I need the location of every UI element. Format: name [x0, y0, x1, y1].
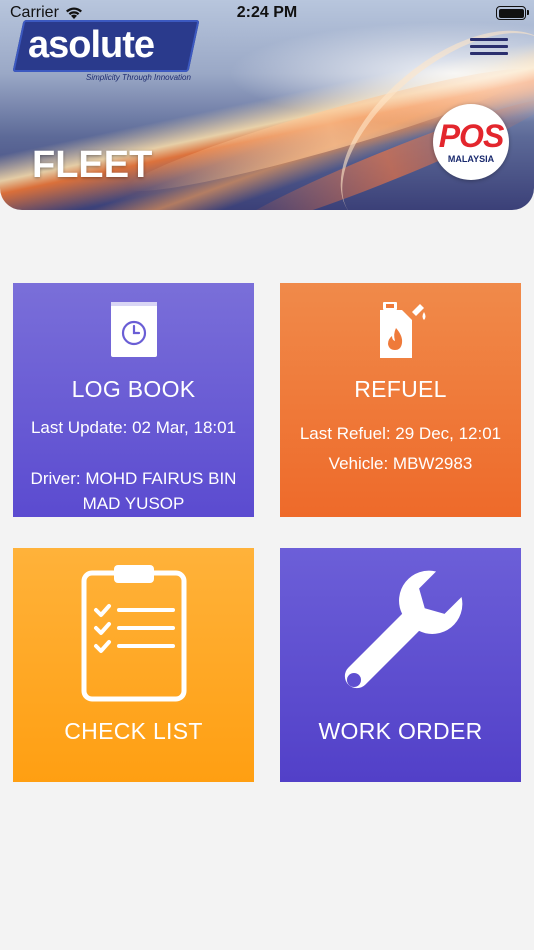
header-banner: asolute Simplicity Through Innovation FL…	[0, 0, 534, 210]
pos-logo-subtext: MALAYSIA	[447, 154, 495, 164]
banner-light-streak	[305, 0, 534, 210]
book-clock-icon	[111, 302, 157, 357]
refuel-vehicle: Vehicle: MBW2983	[328, 454, 473, 473]
refuel-tile[interactable]: REFUEL Last Refuel: 29 Dec, 12:01 Vehicl…	[280, 283, 521, 517]
logo-tagline: Simplicity Through Innovation	[86, 73, 191, 82]
log-book-driver: Driver: MOHD FAIRUS BIN MAD YUSOP	[30, 469, 237, 513]
status-bar: Carrier 2:24 PM	[0, 0, 534, 28]
menu-button[interactable]	[470, 36, 510, 58]
check-list-title: CHECK LIST	[64, 718, 203, 744]
fuel-canister-icon	[380, 302, 426, 358]
status-time: 2:24 PM	[236, 4, 298, 21]
pos-malaysia-logo: POS MALAYSIA	[433, 104, 509, 180]
hamburger-line	[470, 45, 508, 48]
logo-wordmark: asolute	[28, 24, 155, 66]
clipboard-checklist-icon	[81, 565, 187, 702]
battery-icon	[496, 6, 529, 20]
work-order-title: WORK ORDER	[318, 718, 483, 744]
pos-logo-word: POS	[438, 118, 505, 154]
log-book-last-update: Last Update: 02 Mar, 18:01	[30, 418, 237, 437]
log-book-title: LOG BOOK	[71, 376, 196, 402]
log-book-tile[interactable]: LOG BOOK Last Update: 02 Mar, 18:01 Driv…	[13, 283, 254, 517]
check-list-tile[interactable]: CHECK LIST	[13, 548, 254, 782]
asolute-logo: asolute Simplicity Through Innovation	[12, 20, 200, 84]
hamburger-line	[470, 52, 508, 55]
wrench-icon	[344, 570, 463, 689]
hamburger-line	[470, 38, 508, 41]
work-order-tile[interactable]: WORK ORDER	[280, 548, 521, 782]
page-title: FLEET	[32, 144, 153, 186]
refuel-last-refuel: Last Refuel: 29 Dec, 12:01	[299, 424, 502, 443]
refuel-title: REFUEL	[354, 376, 447, 402]
